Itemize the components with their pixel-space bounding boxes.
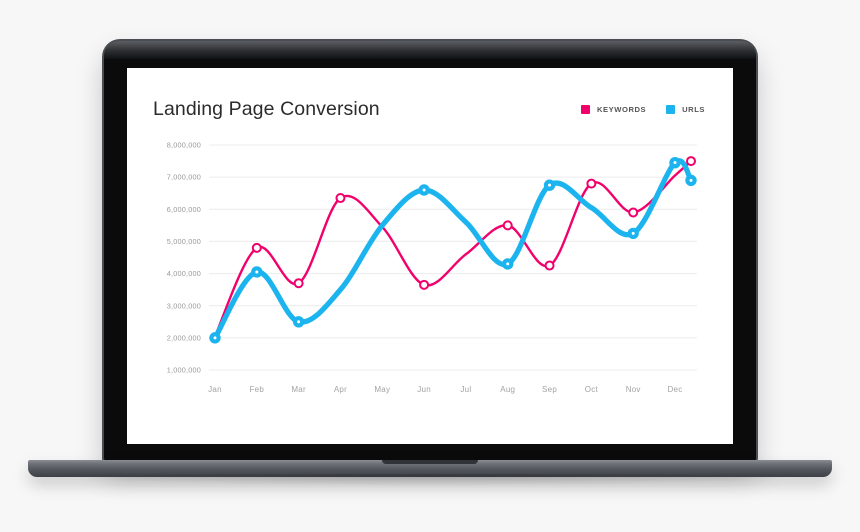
x-axis-tick: Dec — [668, 385, 683, 394]
legend-item-urls[interactable]: URLS — [666, 105, 705, 114]
legend-label-urls: URLS — [682, 105, 705, 114]
legend-swatch-keywords — [581, 105, 590, 114]
data-point-marker-core — [548, 184, 552, 188]
data-point-marker[interactable] — [293, 278, 304, 289]
laptop-shadow — [58, 474, 802, 486]
series-markers — [209, 156, 697, 344]
y-axis-tick: 7,000,000 — [167, 173, 201, 182]
chart-title: Landing Page Conversion — [153, 98, 380, 120]
screenshot-stage: Landing Page Conversion KEYWORDS URLS 8,… — [0, 0, 860, 532]
y-axis-tick: 1,000,000 — [167, 366, 201, 375]
data-point-marker[interactable] — [251, 243, 262, 254]
y-axis-tick: 2,000,000 — [167, 334, 201, 343]
data-point-marker-core — [631, 232, 635, 236]
x-axis-tick: Aug — [500, 385, 515, 394]
chart-card: Landing Page Conversion KEYWORDS URLS 8,… — [127, 68, 733, 444]
x-axis-tick: Jan — [208, 385, 222, 394]
data-point-marker-core — [422, 188, 426, 192]
y-axis-tick: 5,000,000 — [167, 237, 201, 246]
data-point-marker[interactable] — [502, 220, 513, 231]
x-axis-labels: Jan Feb Mar Apr May Jun Jul Aug Sep Oct Nov Dec — [208, 385, 682, 394]
series-line-urls — [212, 158, 694, 341]
x-axis-tick: Apr — [334, 385, 347, 394]
legend-item-keywords[interactable]: KEYWORDS — [581, 105, 646, 114]
data-point-marker-core — [673, 161, 677, 165]
x-axis-tick: Jun — [417, 385, 431, 394]
data-point-marker-core — [506, 262, 510, 266]
laptop-lid: Landing Page Conversion KEYWORDS URLS 8,… — [104, 41, 756, 462]
data-point-marker[interactable] — [419, 280, 430, 291]
series-lines — [212, 158, 694, 341]
data-point-marker[interactable] — [335, 193, 346, 204]
data-point-marker-end-core — [689, 179, 693, 183]
x-axis-tick: Sep — [542, 385, 557, 394]
x-axis-tick: May — [374, 385, 390, 394]
gridlines-group — [209, 144, 697, 371]
data-point-marker-core — [255, 270, 259, 274]
x-axis-tick: Mar — [291, 385, 306, 394]
legend-label-keywords: KEYWORDS — [597, 105, 647, 114]
legend-swatch-urls — [666, 105, 676, 114]
data-point-marker[interactable] — [586, 178, 597, 189]
chart-header: Landing Page Conversion KEYWORDS URLS — [153, 98, 705, 121]
x-axis-tick: Nov — [626, 385, 641, 394]
data-point-marker[interactable] — [628, 207, 639, 218]
chart-plot-area: 8,000,000 7,000,000 6,000,000 5,000,000 4,00… — [153, 139, 705, 404]
line-chart-svg: 8,000,000 7,000,000 6,000,000 5,000,000 4,00… — [167, 141, 697, 394]
data-point-marker[interactable] — [544, 260, 555, 271]
x-axis-tick: Jul — [460, 385, 471, 394]
y-axis-labels: 8,000,000 7,000,000 6,000,000 5,000,000 4,00… — [167, 141, 201, 375]
data-point-marker-end[interactable] — [686, 156, 696, 167]
chart-legend: KEYWORDS URLS — [581, 98, 705, 114]
x-axis-tick: Oct — [585, 385, 599, 394]
laptop-mockup: Landing Page Conversion KEYWORDS URLS 8,… — [0, 0, 860, 532]
y-axis-tick: 8,000,000 — [167, 141, 201, 150]
y-axis-tick: 6,000,000 — [167, 205, 201, 214]
data-point-marker-core — [213, 336, 217, 340]
data-point-marker-core — [297, 320, 301, 324]
x-axis-tick: Feb — [250, 385, 265, 394]
y-axis-tick: 3,000,000 — [167, 302, 201, 311]
laptop-screen: Landing Page Conversion KEYWORDS URLS 8,… — [127, 68, 733, 444]
y-axis-tick: 4,000,000 — [167, 270, 201, 279]
